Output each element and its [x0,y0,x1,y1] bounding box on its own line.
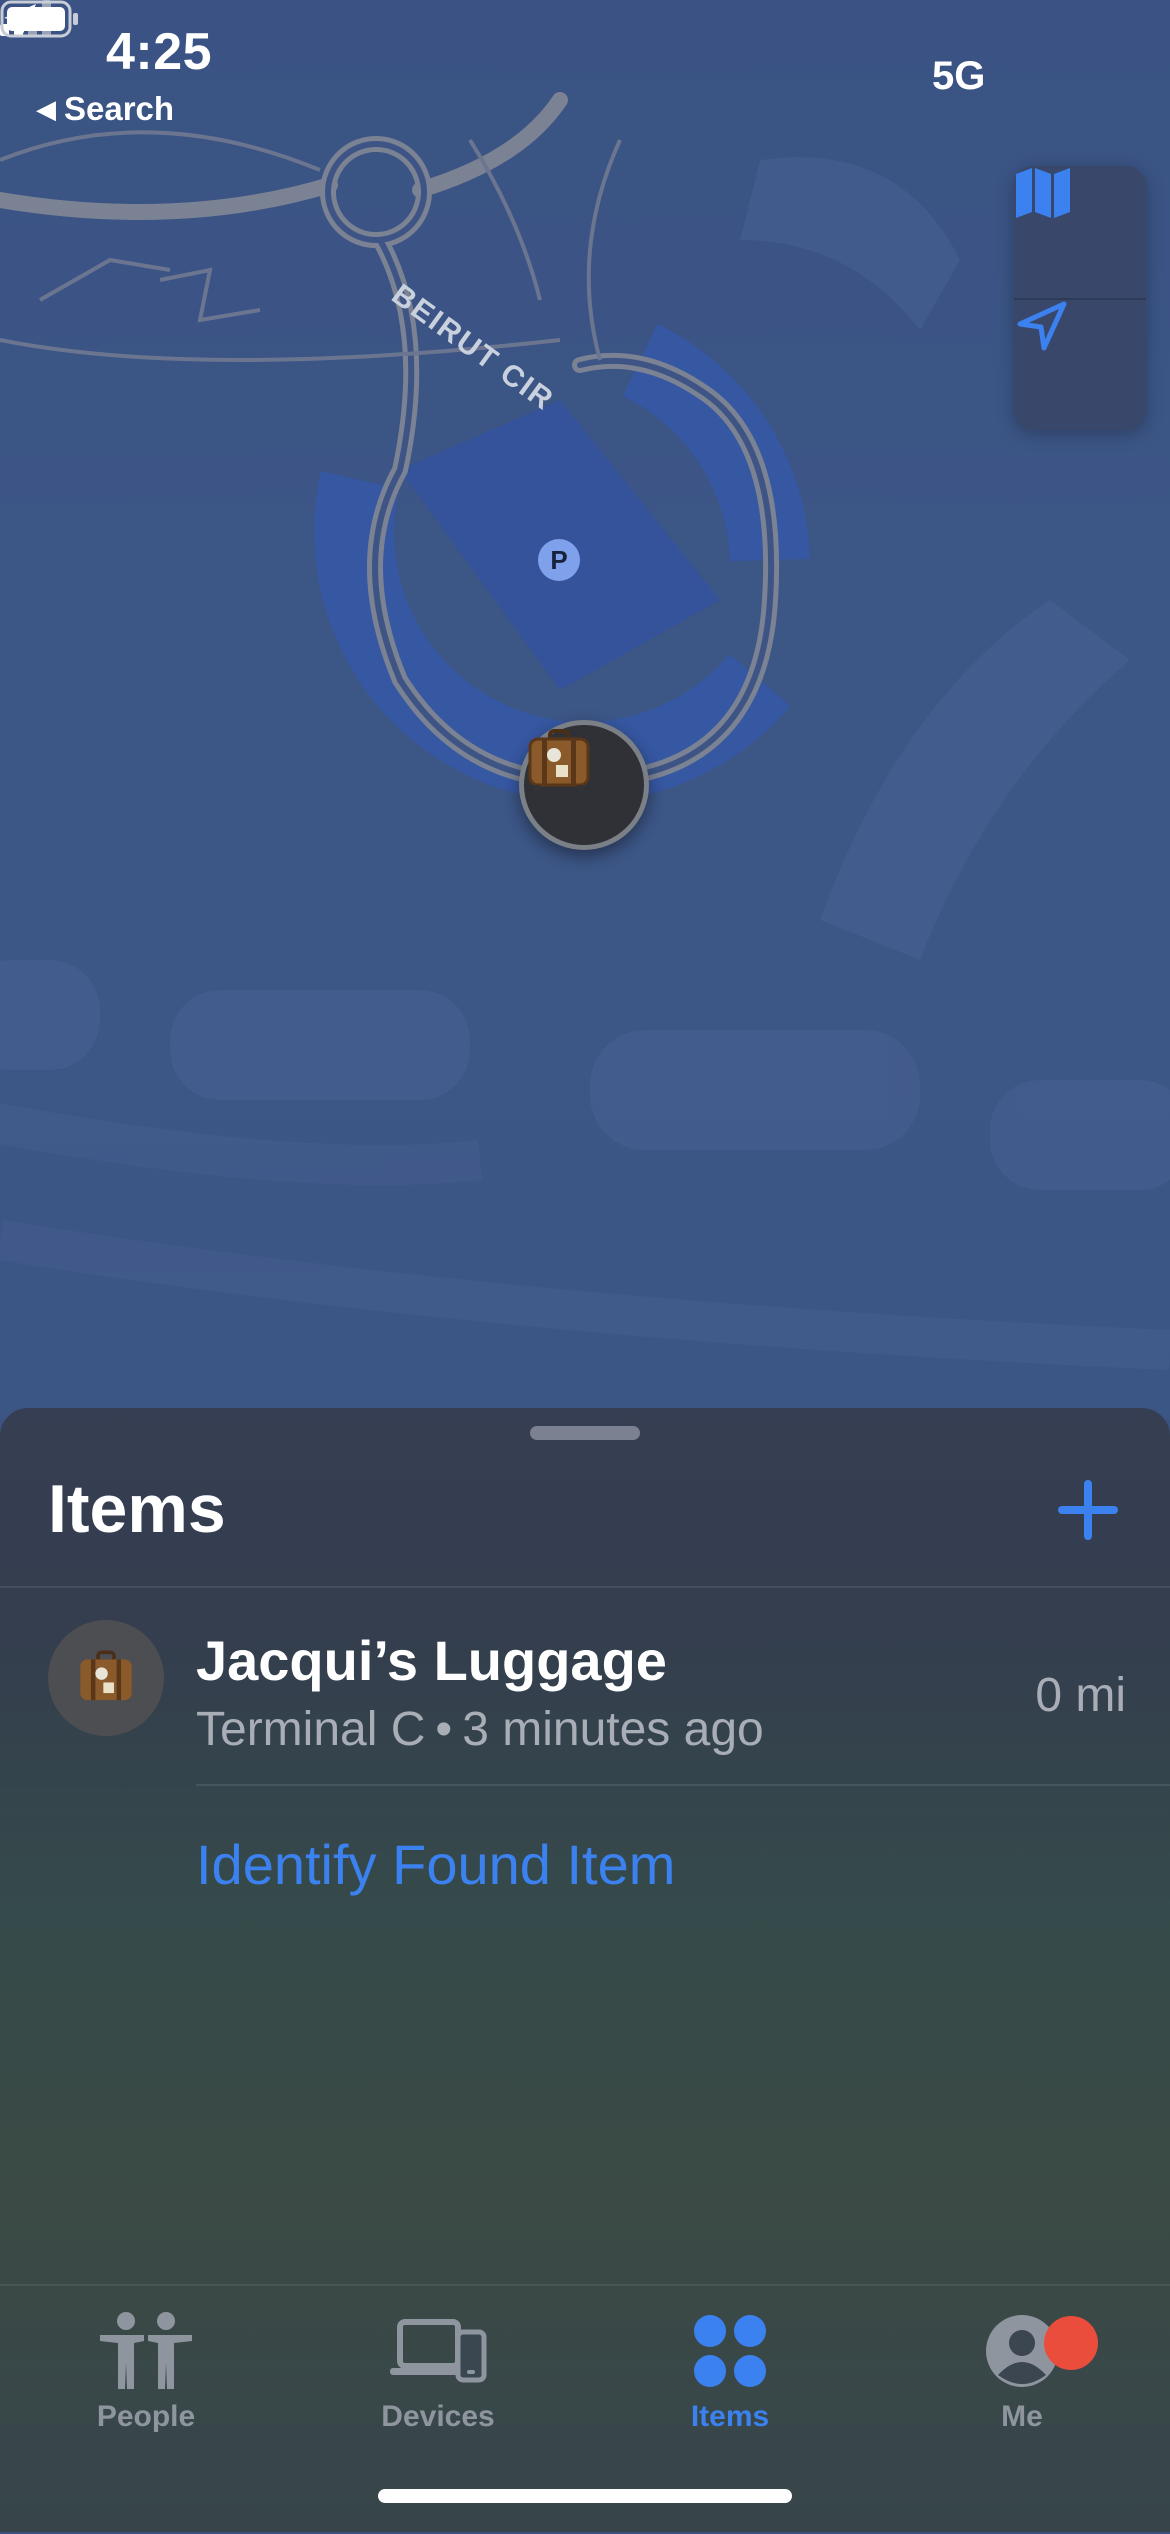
tab-devices[interactable]: Devices [292,2306,584,2434]
parking-marker[interactable]: P [538,539,580,581]
map-mode-button[interactable] [1014,166,1146,300]
item-time-ago: 3 minutes ago [462,1703,764,1756]
map-mode-icon [1016,168,1070,218]
devices-icon [390,2319,487,2383]
back-triangle-icon: ◀ [36,94,56,124]
tab-label: Me [1001,2400,1043,2433]
tab-label: Devices [381,2400,495,2433]
sheet-title: Items [48,1471,226,1547]
current-location-button[interactable] [1014,298,1146,430]
status-time: 4:25 [106,23,213,81]
status-bar: 4:25 ◀ Search 5G [0,0,1170,140]
home-indicator[interactable] [378,2489,792,2503]
divider [196,1784,1170,1786]
map-roads [0,92,1170,1370]
item-location: Terminal C [196,1703,426,1756]
luggage-icon [528,729,590,791]
separator-dot: • [435,1703,453,1756]
map-controls [1014,166,1146,430]
tab-label: Items [690,2400,770,2433]
map-view[interactable]: BEIRUT CIR P 4:25 ◀ Search 5G [0,0,1170,1420]
luggage-icon [80,1650,132,1701]
item-row[interactable]: Jacqui’s Luggage Terminal C • 3 minutes ag… [0,1588,1170,1784]
item-subtitle: Terminal C • 3 minutes ago [196,1702,764,1757]
network-type: 5G [932,54,986,98]
battery-icon [0,0,78,38]
identify-found-item-link[interactable]: Identify Found Item [196,1832,675,1897]
back-label: Search [64,90,175,127]
notification-badge [1044,2316,1098,2370]
items-icon [694,2315,766,2387]
sheet-grabber[interactable] [530,1426,640,1440]
tab-label: People [96,2400,196,2433]
back-to-search-button[interactable]: ◀ Search [36,90,174,128]
tab-items[interactable]: Items [584,2306,876,2434]
people-icon [100,2312,192,2389]
tab-people[interactable]: People [0,2306,292,2434]
luggage-map-pin[interactable] [519,720,649,850]
item-avatar [48,1620,164,1736]
item-name: Jacqui’s Luggage [196,1629,667,1692]
location-arrow-icon [1017,301,1067,351]
tab-me[interactable]: Me [876,2306,1168,2434]
plus-icon [1058,1480,1118,1540]
add-item-button[interactable] [1056,1478,1120,1547]
item-distance: 0 mi [1035,1669,1126,1722]
